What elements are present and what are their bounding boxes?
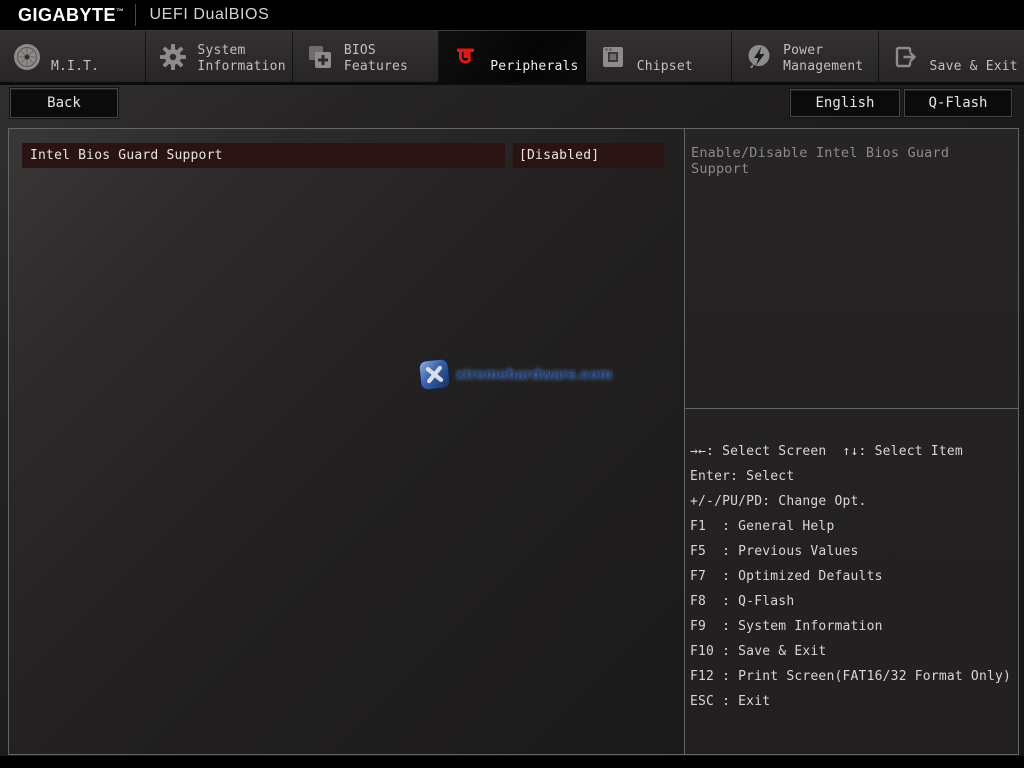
key-legend-line: F5 : Previous Values	[690, 544, 859, 559]
titlebar: GIGABYTE™ UEFI DualBIOS	[0, 0, 1024, 30]
tab-label: Chipset	[636, 59, 693, 74]
system-info-gear-icon	[158, 42, 188, 72]
mit-dial-icon	[12, 42, 42, 72]
help-panel: Enable/Disable Intel Bios Guard Support …	[684, 129, 1018, 754]
tab-label: Power Management	[783, 43, 864, 74]
key-legend-line: +/-/PU/PD: Change Opt.	[690, 494, 867, 509]
key-legend: →←: Select Screen ↑↓: Select Item Enter:…	[685, 408, 1018, 754]
key-legend-line: F7 : Optimized Defaults	[690, 569, 883, 584]
key-legend-line: F1 : General Help	[690, 519, 835, 534]
chipset-icon	[598, 42, 628, 72]
key-legend-line: ESC : Exit	[690, 694, 771, 709]
xtremehardware-logo-icon	[417, 357, 451, 391]
key-legend-line: F10 : Save & Exit	[690, 644, 827, 659]
tab-label: System Information	[197, 43, 286, 74]
peripherals-plug-icon	[451, 42, 481, 72]
key-legend-line: Enter: Select	[690, 469, 795, 484]
tab-bar: M.I.T. System Information BIOS Features …	[0, 30, 1024, 85]
setting-row-intel-bios-guard[interactable]: Intel Bios Guard Support	[22, 143, 505, 168]
key-legend-line: →←: Select Screen ↑↓: Select Item	[690, 444, 963, 459]
key-legend-line: F8 : Q-Flash	[690, 594, 795, 609]
bios-chip-icon	[305, 42, 335, 72]
save-exit-icon	[891, 42, 921, 72]
item-help-text: Enable/Disable Intel Bios Guard Support	[691, 145, 950, 177]
firmware-title: UEFI DualBIOS	[149, 6, 270, 23]
watermark: xtremehardware.com	[417, 357, 613, 391]
tab-mit[interactable]: M.I.T.	[0, 31, 147, 82]
watermark-text: xtremehardware.com	[456, 366, 613, 383]
back-button[interactable]: Back	[10, 88, 118, 118]
tab-system-information[interactable]: System Information	[146, 31, 293, 82]
trademark-symbol: ™	[116, 6, 125, 16]
tab-bios-features[interactable]: BIOS Features	[292, 31, 440, 82]
tab-label: Save & Exit	[929, 59, 1018, 74]
bios-screen: GIGABYTE™ UEFI DualBIOS M.I.T. System In…	[0, 0, 1024, 768]
tab-chipset[interactable]: Chipset	[585, 31, 733, 82]
content-panels: Intel Bios Guard Support [Disabled] xtre…	[8, 128, 1019, 755]
key-legend-line: F9 : System Information	[690, 619, 883, 634]
settings-panel: Intel Bios Guard Support [Disabled] xtre…	[9, 129, 684, 754]
tab-save-exit[interactable]: Save & Exit	[878, 31, 1024, 82]
power-bolt-icon	[744, 42, 774, 72]
titlebar-divider	[134, 4, 136, 26]
key-legend-line: F12 : Print Screen(FAT16/32 Format Only)	[690, 669, 1012, 684]
setting-value-intel-bios-guard[interactable]: [Disabled]	[513, 143, 664, 168]
language-button[interactable]: English	[790, 89, 900, 117]
tab-label: BIOS Features	[343, 43, 409, 74]
tab-label: M.I.T.	[51, 59, 100, 74]
tab-power-management[interactable]: Power Management	[732, 31, 879, 82]
gigabyte-logo: GIGABYTE™	[18, 4, 125, 25]
qflash-button[interactable]: Q-Flash	[904, 89, 1012, 117]
tab-peripherals[interactable]: Peripherals	[439, 31, 586, 82]
tab-label: Peripherals	[490, 59, 579, 74]
